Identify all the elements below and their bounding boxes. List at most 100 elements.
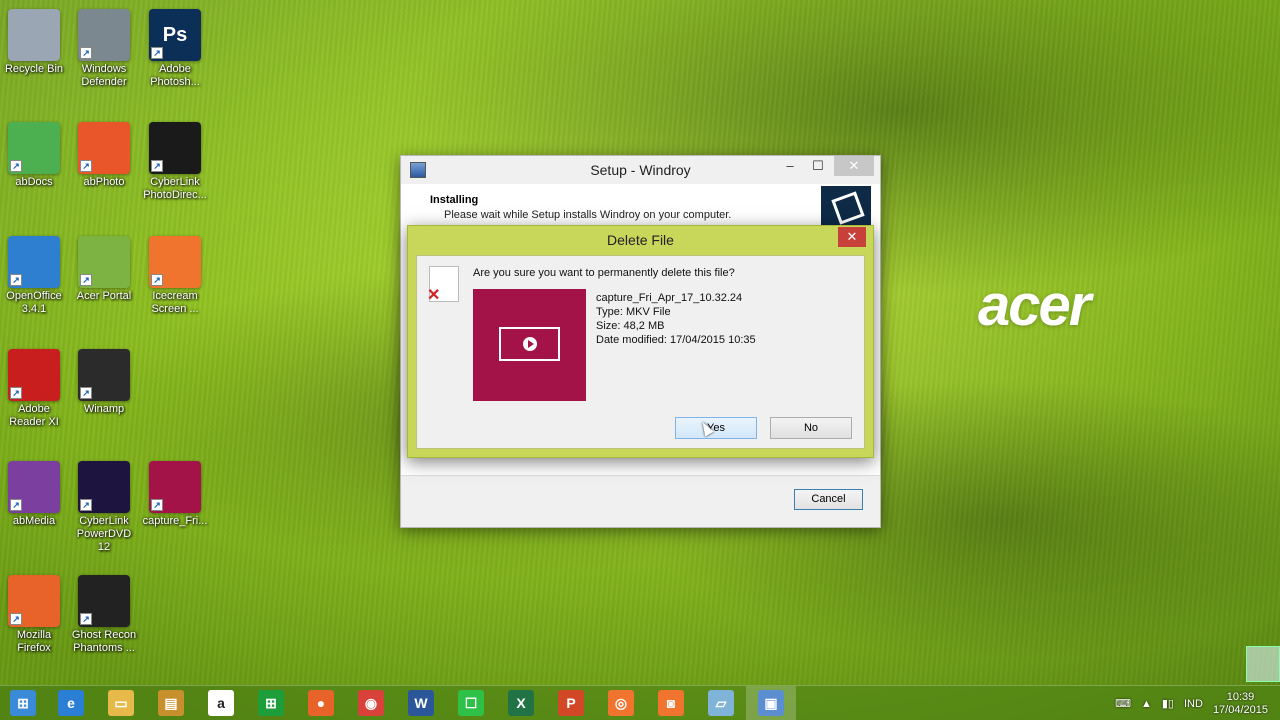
file-date-modified: Date modified: 17/04/2015 10:35 bbox=[596, 334, 756, 346]
adobe-reader-icon: ↗ bbox=[8, 349, 60, 401]
desktop-icon[interactable]: ↗ CyberLink PhotoDirec... bbox=[142, 122, 208, 202]
screenshot-icon: ◙ bbox=[658, 690, 684, 716]
desktop-icon[interactable]: ↗ Windows Defender bbox=[71, 9, 137, 89]
desktop-icon[interactable]: ↗ Mozilla Firefox bbox=[1, 575, 67, 655]
taskbar-button[interactable]: ◙ bbox=[646, 686, 696, 720]
delete-dialog-title-bar[interactable]: Delete File ✕ bbox=[408, 226, 873, 255]
show-desktop-thumbnail[interactable] bbox=[1246, 646, 1280, 682]
system-tray: ⌨ ▲ ▮▯ IND 10:39 17/04/2015 bbox=[1020, 686, 1280, 720]
minimize-button[interactable]: – bbox=[776, 156, 804, 176]
desktop-icon-label: capture_Fri... bbox=[142, 515, 208, 527]
desktop-icon-label: Windows Defender bbox=[81, 63, 127, 88]
desktop-icon-label: Adobe Photosh... bbox=[150, 63, 200, 88]
shortcut-arrow-icon: ↗ bbox=[151, 47, 163, 59]
shortcut-arrow-icon: ↗ bbox=[10, 274, 22, 286]
windows-defender-icon: ↗ bbox=[78, 9, 130, 61]
taskbar: ⊞ e ▭ ▤ a ⊞ ● ◉ W ☐ X P ◎ ◙ ▱ ▣ ⌨ ▲ ▮▯ IND 10:39 17/04/… bbox=[0, 685, 1280, 720]
desktop-icon-label: Acer Portal bbox=[76, 290, 132, 302]
delete-dialog-body: ✕ Are you sure you want to permanently d… bbox=[416, 255, 865, 449]
taskbar-button[interactable]: X bbox=[496, 686, 546, 720]
amazon-icon: a bbox=[208, 690, 234, 716]
taskbar-button[interactable]: ▤ bbox=[146, 686, 196, 720]
taskbar-button[interactable]: ⊞ bbox=[0, 686, 46, 720]
start-icon: ⊞ bbox=[10, 690, 36, 716]
window-icon: ▱ bbox=[708, 690, 734, 716]
desktop-icon-label: Recycle Bin bbox=[4, 63, 64, 75]
firefox-icon: ● bbox=[308, 690, 334, 716]
keyboard-icon[interactable]: ⌨ bbox=[1115, 697, 1131, 710]
desktop-icon[interactable]: ↗ Winamp bbox=[71, 349, 137, 416]
taskbar-button[interactable]: ● bbox=[296, 686, 346, 720]
abphoto-icon: ↗ bbox=[78, 122, 130, 174]
clock-time: 10:39 bbox=[1226, 690, 1255, 703]
play-icon bbox=[523, 337, 537, 351]
file-explorer-icon: ▭ bbox=[108, 690, 134, 716]
shortcut-arrow-icon: ↗ bbox=[80, 613, 92, 625]
clock-date: 17/04/2015 bbox=[1212, 703, 1268, 716]
setup-app-icon bbox=[410, 162, 426, 178]
close-button[interactable]: ✕ bbox=[834, 156, 874, 176]
taskbar-button[interactable]: W bbox=[396, 686, 446, 720]
taskbar-button[interactable]: ⊞ bbox=[246, 686, 296, 720]
tray-overflow-icon[interactable]: ▲ bbox=[1141, 698, 1152, 710]
chrome-icon: ◉ bbox=[358, 690, 384, 716]
word-icon: W bbox=[408, 690, 434, 716]
shortcut-arrow-icon: ↗ bbox=[80, 47, 92, 59]
store-icon: ⊞ bbox=[258, 690, 284, 716]
winamp-icon: ↗ bbox=[78, 349, 130, 401]
network-icon[interactable]: ▮▯ bbox=[1162, 697, 1174, 710]
clock[interactable]: 10:39 17/04/2015 bbox=[1213, 691, 1268, 717]
shortcut-arrow-icon: ↗ bbox=[10, 387, 22, 399]
powerpoint-icon: P bbox=[558, 690, 584, 716]
desktop-icon-label: abMedia bbox=[12, 515, 56, 527]
abmedia-icon: ↗ bbox=[8, 461, 60, 513]
taskbar-button[interactable]: e bbox=[46, 686, 96, 720]
file-type: Type: MKV File bbox=[596, 306, 671, 318]
line-icon: ☐ bbox=[458, 690, 484, 716]
setup-subheading: Please wait while Setup installs Windroy… bbox=[444, 209, 732, 221]
taskbar-button[interactable]: ☐ bbox=[446, 686, 496, 720]
firefox-icon: ↗ bbox=[8, 575, 60, 627]
recycle-bin-icon bbox=[8, 9, 60, 61]
desktop-icon[interactable]: ↗ Icecream Screen ... bbox=[142, 236, 208, 316]
taskbar-button[interactable]: ◎ bbox=[596, 686, 646, 720]
no-button[interactable]: No bbox=[770, 417, 852, 439]
setup-title-bar[interactable]: Setup - Windroy – ☐ ✕ bbox=[401, 156, 880, 184]
desktop-icon[interactable]: ↗ Acer Portal bbox=[71, 236, 137, 303]
setup-title: Setup - Windroy bbox=[590, 162, 691, 178]
desktop-icon[interactable]: ↗ abMedia bbox=[1, 461, 67, 528]
language-indicator[interactable]: IND bbox=[1184, 698, 1203, 710]
desktop-icon[interactable]: ↗ abPhoto bbox=[71, 122, 137, 189]
taskbar-button[interactable]: ▣ bbox=[746, 685, 796, 720]
close-button[interactable]: ✕ bbox=[838, 227, 866, 247]
taskbar-button[interactable]: a bbox=[196, 686, 246, 720]
cyberlink-photodirector-icon: ↗ bbox=[149, 122, 201, 174]
taskbar-button[interactable]: ▭ bbox=[96, 686, 146, 720]
cancel-button[interactable]: Cancel bbox=[794, 489, 863, 510]
desktop-icon[interactable]: ↗ capture_Fri... bbox=[142, 461, 208, 528]
desktop-icon-label: Mozilla Firefox bbox=[16, 629, 52, 654]
cyberlink-powerdvd-icon: ↗ bbox=[78, 461, 130, 513]
video-file-icon: ↗ bbox=[149, 461, 201, 513]
shortcut-arrow-icon: ↗ bbox=[80, 387, 92, 399]
delete-file-dialog[interactable]: Delete File ✕ ✕ Are you sure you want to… bbox=[407, 225, 874, 458]
desktop-icon[interactable]: ↗ Ghost Recon Phantoms ... bbox=[71, 575, 137, 655]
desktop-icon[interactable]: Recycle Bin bbox=[1, 9, 67, 76]
yes-button[interactable]: Yes bbox=[675, 417, 757, 439]
desktop-icon-label: abPhoto bbox=[83, 176, 125, 188]
desktop-icon[interactable]: ↗ OpenOffice 3.4.1 bbox=[1, 236, 67, 316]
maximize-button[interactable]: ☐ bbox=[804, 156, 832, 176]
file-name: capture_Fri_Apr_17_10.32.24 bbox=[596, 292, 743, 304]
setup-logo-icon bbox=[821, 186, 871, 228]
desktop-icon-label: Icecream Screen ... bbox=[151, 290, 199, 315]
taskbar-button[interactable]: ◉ bbox=[346, 686, 396, 720]
video-thumbnail bbox=[473, 289, 586, 401]
desktop-icon[interactable]: Ps ↗ Adobe Photosh... bbox=[142, 9, 208, 89]
taskbar-button[interactable]: ▱ bbox=[696, 686, 746, 720]
desktop-icon[interactable]: ↗ abDocs bbox=[1, 122, 67, 189]
desktop-icon[interactable]: ↗ CyberLink PowerDVD 12 bbox=[71, 461, 137, 554]
photoshop-icon: Ps ↗ bbox=[149, 9, 201, 61]
desktop-icon[interactable]: ↗ Adobe Reader XI bbox=[1, 349, 67, 429]
taskbar-button[interactable]: P bbox=[546, 686, 596, 720]
desktop-icon-label: abDocs bbox=[15, 176, 53, 188]
